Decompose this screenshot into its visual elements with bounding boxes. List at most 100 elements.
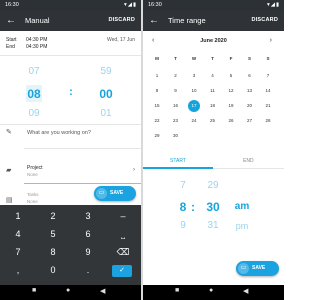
calendar-day[interactable]: 25 bbox=[205, 116, 221, 126]
key-done[interactable]: ✓ bbox=[112, 265, 132, 277]
calendar-day[interactable]: 14 bbox=[260, 86, 276, 96]
save-label: SAVE bbox=[110, 190, 124, 196]
chevron-right-icon[interactable]: › bbox=[133, 167, 135, 173]
calendar-day[interactable]: 9 bbox=[168, 86, 184, 96]
key-0[interactable]: 0 bbox=[38, 263, 68, 277]
hour-selected[interactable]: 08 bbox=[24, 87, 44, 101]
system-nav-bar: ■ ● ◀ bbox=[143, 285, 284, 300]
calendar-day[interactable]: 27 bbox=[242, 116, 258, 126]
key-3[interactable]: 3 bbox=[73, 209, 103, 223]
tab-start[interactable]: START bbox=[170, 158, 186, 164]
tasks-value[interactable]: None bbox=[27, 199, 38, 204]
save-button[interactable]: ▭ SAVE bbox=[94, 186, 136, 201]
weekday-header: W bbox=[191, 56, 197, 61]
page-title: Manual bbox=[25, 16, 50, 25]
calendar-day[interactable]: 5 bbox=[223, 71, 239, 81]
calendar-day[interactable]: 10 bbox=[186, 86, 202, 96]
minute-prev[interactable]: 59 bbox=[96, 66, 116, 77]
description-input[interactable]: What are you working on? bbox=[27, 130, 91, 136]
key-8[interactable]: 8 bbox=[38, 245, 68, 259]
key-minus[interactable]: – bbox=[108, 209, 138, 223]
key-6[interactable]: 6 bbox=[73, 227, 103, 241]
calendar-day[interactable]: 19 bbox=[223, 101, 239, 111]
discard-button[interactable]: DISCARD bbox=[109, 17, 135, 23]
hour-prev[interactable]: 7 bbox=[173, 180, 193, 191]
calendar-day[interactable]: 21 bbox=[260, 101, 276, 111]
end-time[interactable]: 04:30 PM bbox=[26, 44, 47, 50]
key-comma[interactable]: , bbox=[3, 263, 33, 277]
calendar-day[interactable]: 24 bbox=[186, 116, 202, 126]
key-2[interactable]: 2 bbox=[38, 209, 68, 223]
calendar-day[interactable]: 11 bbox=[205, 86, 221, 96]
back-icon[interactable]: ◀ bbox=[243, 287, 248, 295]
note-icon: ✎ bbox=[6, 129, 12, 136]
calendar-day[interactable]: 8 bbox=[149, 86, 165, 96]
home-icon[interactable]: ● bbox=[66, 287, 70, 294]
tab-end[interactable]: END bbox=[243, 158, 254, 164]
separator bbox=[0, 55, 141, 56]
hour-next[interactable]: 9 bbox=[173, 220, 193, 231]
calendar-day[interactable]: 23 bbox=[168, 116, 184, 126]
home-icon[interactable]: ● bbox=[209, 287, 213, 294]
app-bar: ← Time range DISCARD bbox=[143, 11, 284, 31]
page-title: Time range bbox=[168, 16, 206, 25]
key-backspace[interactable]: ⌫ bbox=[108, 245, 138, 259]
tasks-label: Tasks bbox=[27, 192, 39, 197]
calendar-day[interactable]: 26 bbox=[223, 116, 239, 126]
key-4[interactable]: 4 bbox=[3, 227, 33, 241]
key-space[interactable]: ⎵ bbox=[108, 227, 138, 241]
am-selected[interactable]: am bbox=[231, 201, 253, 212]
tab-indicator bbox=[143, 167, 213, 169]
back-arrow-icon[interactable]: ← bbox=[149, 14, 159, 28]
next-month-icon[interactable]: › bbox=[270, 37, 272, 44]
key-9[interactable]: 9 bbox=[73, 245, 103, 259]
calendar-day[interactable]: 16 bbox=[168, 101, 184, 111]
hour-prev[interactable]: 07 bbox=[24, 66, 44, 77]
save-button[interactable]: ▭ SAVE bbox=[236, 261, 279, 276]
calendar-day[interactable]: 2 bbox=[168, 71, 184, 81]
project-value[interactable]: None bbox=[27, 172, 38, 177]
calendar-day[interactable]: 7 bbox=[260, 71, 276, 81]
calendar-day[interactable]: 12 bbox=[223, 86, 239, 96]
calendar-day[interactable]: 15 bbox=[149, 101, 165, 111]
start-date[interactable]: Wed, 17 Jun bbox=[107, 37, 135, 43]
range-tabs: START END bbox=[143, 156, 284, 169]
calendar-day[interactable]: 20 bbox=[242, 101, 258, 111]
hour-next[interactable]: 09 bbox=[24, 108, 44, 119]
calendar-day[interactable]: 30 bbox=[168, 131, 184, 141]
start-time[interactable]: 04:30 PM bbox=[26, 37, 47, 43]
tab-divider bbox=[213, 168, 284, 169]
minute-prev[interactable]: 29 bbox=[203, 180, 223, 191]
calendar-day[interactable]: 28 bbox=[260, 116, 276, 126]
system-nav-bar: ■ ● ◀ bbox=[0, 285, 141, 300]
pm-option[interactable]: pm bbox=[231, 221, 253, 231]
calendar-day[interactable]: 13 bbox=[242, 86, 258, 96]
calendar-day[interactable]: 1 bbox=[149, 71, 165, 81]
calendar-day[interactable]: 3 bbox=[186, 71, 202, 81]
manual-entry-screen: 16:30 ▾◢▮ ← Manual DISCARD Start 04:30 P… bbox=[0, 0, 141, 300]
discard-button[interactable]: DISCARD bbox=[252, 17, 278, 23]
project-label: Project bbox=[27, 165, 43, 171]
minute-selected[interactable]: 30 bbox=[203, 200, 223, 214]
back-arrow-icon[interactable]: ← bbox=[6, 14, 16, 28]
calendar-day[interactable]: 22 bbox=[149, 116, 165, 126]
calendar-day[interactable]: 18 bbox=[205, 101, 221, 111]
back-icon[interactable]: ◀ bbox=[100, 287, 105, 295]
time-colon: : bbox=[191, 200, 195, 214]
minute-selected[interactable]: 00 bbox=[96, 87, 116, 101]
key-1[interactable]: 1 bbox=[3, 209, 33, 223]
recents-icon[interactable]: ■ bbox=[32, 287, 36, 294]
minute-next[interactable]: 01 bbox=[96, 108, 116, 119]
key-7[interactable]: 7 bbox=[3, 245, 33, 259]
calendar-day-selected[interactable]: 17 bbox=[188, 100, 200, 112]
app-bar: ← Manual DISCARD bbox=[0, 11, 141, 31]
calendar-day[interactable]: 6 bbox=[242, 71, 258, 81]
recents-icon[interactable]: ■ bbox=[175, 287, 179, 294]
separator bbox=[0, 124, 141, 125]
start-label: Start bbox=[6, 37, 17, 43]
key-period[interactable]: . bbox=[73, 263, 103, 277]
minute-next[interactable]: 31 bbox=[203, 220, 223, 231]
calendar-day[interactable]: 29 bbox=[149, 131, 165, 141]
key-5[interactable]: 5 bbox=[38, 227, 68, 241]
calendar-day[interactable]: 4 bbox=[205, 71, 221, 81]
